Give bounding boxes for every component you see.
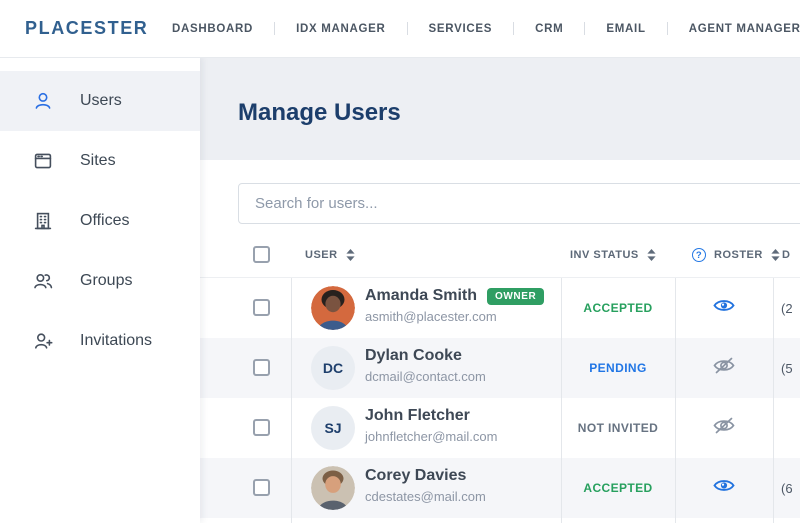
nav-item-dashboard[interactable]: DASHBOARD — [172, 23, 253, 35]
help-circle-icon[interactable]: ? — [692, 248, 706, 262]
user-name: Corey Davies — [365, 467, 466, 485]
user-identity: Corey Davies cdestates@mail.com — [365, 467, 486, 504]
user-identity: John Fletcher johnfletcher@mail.com — [365, 407, 497, 444]
sidebar-item-label: Offices — [80, 212, 130, 230]
roster-hidden-toggle[interactable] — [675, 338, 773, 398]
app-window: PLACESTER DASHBOARD IDX MANAGER SERVICES… — [0, 0, 800, 523]
column-divider — [773, 278, 774, 523]
inv-status-value: NOT INVITED — [561, 398, 675, 458]
sort-icon — [771, 249, 780, 261]
search-input[interactable] — [238, 183, 800, 224]
eye-icon — [713, 478, 735, 498]
column-header-roster[interactable]: ? ROSTER — [692, 240, 780, 270]
table-row: DC Dylan Cooke dcmail@contact.com PENDIN… — [200, 338, 800, 398]
select-all-checkbox[interactable] — [253, 246, 270, 263]
browser-window-icon — [33, 151, 53, 171]
top-nav-menu: DASHBOARD IDX MANAGER SERVICES CRM EMAIL… — [172, 0, 800, 57]
column-divider — [561, 278, 562, 523]
owner-badge: OWNER — [487, 288, 544, 305]
nav-separator — [584, 22, 585, 35]
person-add-icon — [33, 331, 53, 351]
sidebar-item-sites[interactable]: Sites — [0, 131, 200, 191]
inv-status-value: ACCEPTED — [561, 458, 675, 518]
eye-off-icon — [713, 357, 735, 379]
sidebar-item-label: Invitations — [80, 332, 152, 350]
avatar — [311, 286, 355, 330]
column-label: D — [782, 249, 790, 261]
inv-status-value: PENDING — [561, 338, 675, 398]
phone-clipped: (5 — [781, 338, 793, 398]
eye-icon — [713, 298, 735, 318]
sidebar-item-invitations[interactable]: Invitations — [0, 311, 200, 371]
nav-item-crm[interactable]: CRM — [535, 23, 563, 35]
phone-clipped: (6 — [781, 458, 793, 518]
top-nav: PLACESTER DASHBOARD IDX MANAGER SERVICES… — [0, 0, 800, 58]
sidebar-item-users[interactable]: Users — [0, 71, 200, 131]
user-identity: Amanda Smith OWNER asmith@placester.com — [365, 287, 544, 324]
sidebar: Users Sites Offices — [0, 57, 200, 523]
column-header-inv-status[interactable]: INV STATUS — [570, 240, 656, 270]
column-label: INV STATUS — [570, 249, 639, 261]
user-email: dcmail@contact.com — [365, 369, 486, 384]
user-name: John Fletcher — [365, 407, 470, 425]
nav-item-idx-manager[interactable]: IDX MANAGER — [296, 23, 385, 35]
inv-status-value: ACCEPTED — [561, 278, 675, 338]
nav-separator — [667, 22, 668, 35]
user-icon — [33, 91, 53, 111]
user-email: asmith@placester.com — [365, 309, 544, 324]
table-row: SJ John Fletcher johnfletcher@mail.com N… — [200, 398, 800, 458]
user-name: Dylan Cooke — [365, 347, 462, 365]
user-email: cdestates@mail.com — [365, 489, 486, 504]
row-checkbox[interactable] — [253, 299, 270, 316]
avatar-initials: DC — [311, 346, 355, 390]
user-name: Amanda Smith — [365, 287, 477, 305]
row-checkbox[interactable] — [253, 359, 270, 376]
building-icon — [33, 211, 53, 231]
eye-off-icon — [713, 417, 735, 439]
table-header: USER INV STATUS ? ROSTER D — [200, 240, 800, 270]
column-header-user[interactable]: USER — [305, 240, 355, 270]
table-row: Corey Davies cdestates@mail.com ACCEPTED… — [200, 458, 800, 518]
user-email: johnfletcher@mail.com — [365, 429, 497, 444]
sidebar-item-label: Users — [80, 92, 122, 110]
nav-item-email[interactable]: EMAIL — [606, 23, 645, 35]
nav-item-services[interactable]: SERVICES — [429, 23, 493, 35]
user-identity: Dylan Cooke dcmail@contact.com — [365, 347, 486, 384]
phone-clipped: (2 — [781, 278, 793, 338]
column-label: USER — [305, 249, 338, 261]
sidebar-item-groups[interactable]: Groups — [0, 251, 200, 311]
nav-item-agent-manager[interactable]: AGENT MANAGER — [689, 23, 800, 35]
nav-separator — [274, 22, 275, 35]
roster-visible-toggle[interactable] — [675, 458, 773, 518]
row-checkbox[interactable] — [253, 419, 270, 436]
sort-icon — [647, 249, 656, 261]
column-label: ROSTER — [714, 249, 763, 261]
nav-separator — [513, 22, 514, 35]
table-row: Amanda Smith OWNER asmith@placester.com … — [200, 278, 800, 338]
avatar — [311, 466, 355, 510]
column-header-clipped: D — [782, 240, 790, 270]
main-content: Manage Users USER INV STATUS ? ROSTER — [200, 57, 800, 523]
sort-icon — [346, 249, 355, 261]
roster-visible-toggle[interactable] — [675, 278, 773, 338]
column-divider — [675, 278, 676, 523]
column-divider — [291, 278, 292, 523]
page-title: Manage Users — [238, 99, 401, 127]
avatar-initials: SJ — [311, 406, 355, 450]
nav-separator — [407, 22, 408, 35]
sidebar-item-label: Sites — [80, 152, 116, 170]
sidebar-item-label: Groups — [80, 272, 132, 290]
people-icon — [33, 271, 53, 291]
row-checkbox[interactable] — [253, 479, 270, 496]
table-body: Amanda Smith OWNER asmith@placester.com … — [200, 277, 800, 523]
placester-logo[interactable]: PLACESTER — [25, 0, 148, 57]
roster-hidden-toggle[interactable] — [675, 398, 773, 458]
sidebar-item-offices[interactable]: Offices — [0, 191, 200, 251]
